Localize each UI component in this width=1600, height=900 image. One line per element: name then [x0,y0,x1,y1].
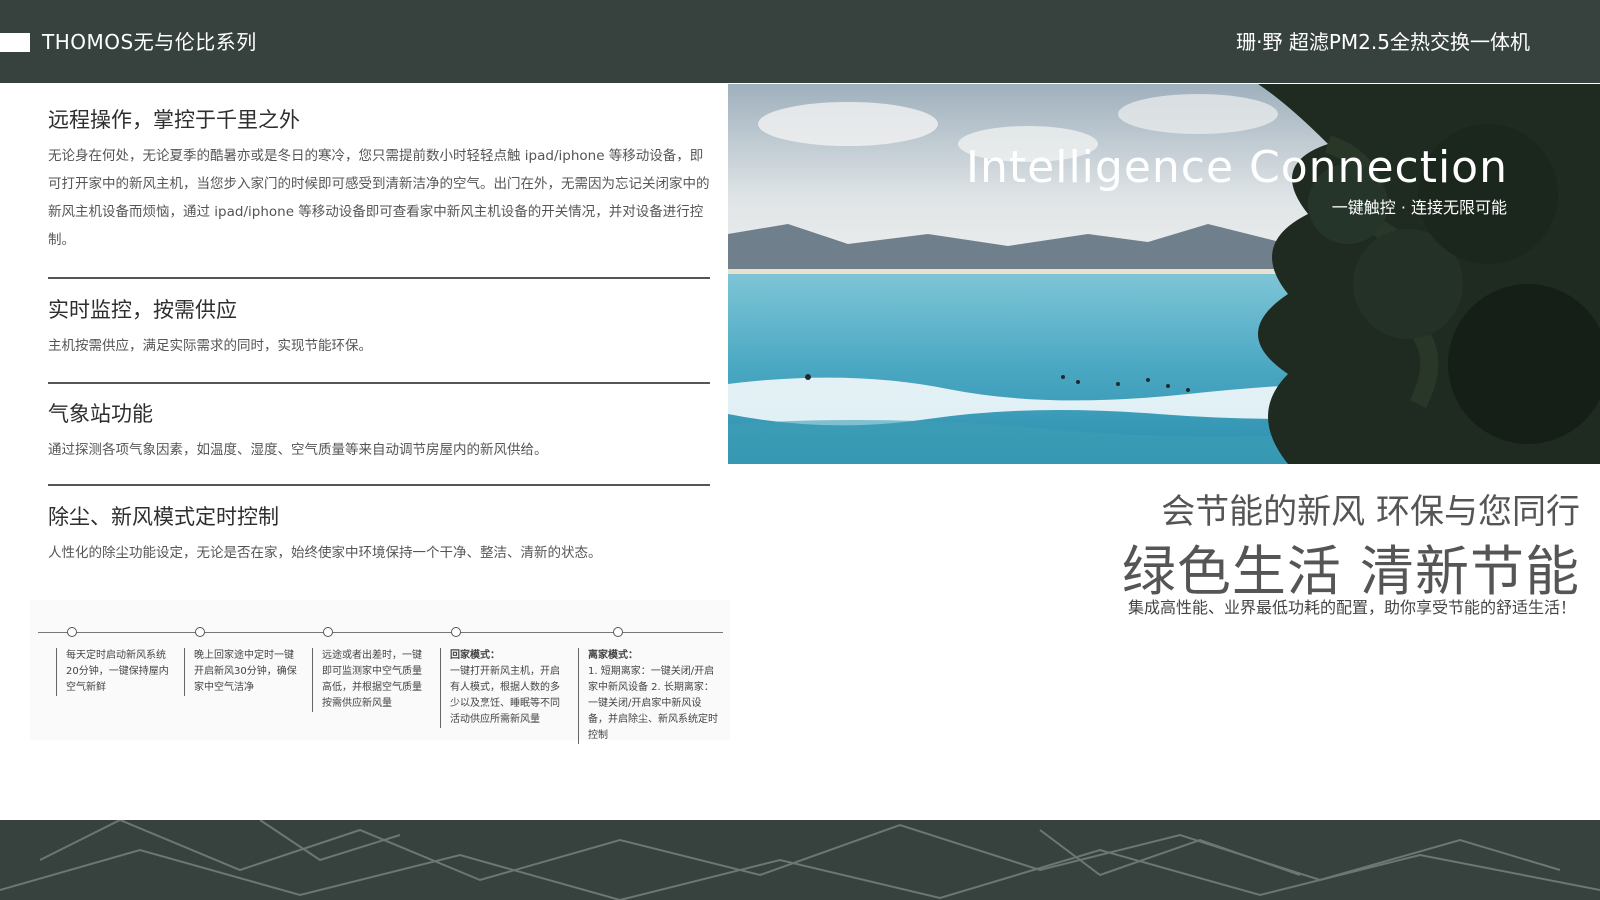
timeline-item: 每天定时启动新风系统20分钟，一键保持屋内空气新鲜 [56,648,178,696]
timeline-item: 远途或者出差时，一键即可监测家中空气质量高低，并根据空气质量按需供应新风量 [312,648,430,712]
section-divider [48,484,710,486]
slogan-line-3: 集成高性能、业界最低功耗的配置，助你享受节能的舒适生活！ [1127,598,1576,617]
section-divider [48,382,710,384]
section-timer-control: 除尘、新风模式定时控制 人性化的除尘功能设定，无论是否在家，始终使家中环境保持一… [48,501,710,567]
timeline-dot [451,627,461,637]
timeline-item-text: 一键打开新风主机，开启有人模式，根据人数的多少以及烹饪、睡眠等不同活动供应所需新… [450,666,560,725]
timeline-item: 回家模式： 一键打开新风主机，开启有人模式，根据人数的多少以及烹饪、睡眠等不同活… [440,648,568,728]
timeline-item-text: 晚上回家途中定时一键开启新风30分钟，确保家中空气洁净 [194,650,297,693]
section-divider [48,277,710,279]
timeline-item-heading: 离家模式： [588,650,638,661]
timeline-dot [323,627,333,637]
section-title: 远程操作，掌控于千里之外 [48,108,300,132]
product-title: 珊·野 超滤PM2.5全热交换一体机 [1236,30,1530,54]
timeline-item: 晚上回家途中定时一键开启新风30分钟，确保家中空气洁净 [184,648,302,696]
section-body: 通过探测各项气象因素，如温度、湿度、空气质量等来自动调节房屋内的新风供给。 [48,442,548,458]
beach-scene-image [728,84,1600,464]
timeline-item-text: 远途或者出差时，一键即可监测家中空气质量高低，并根据空气质量按需供应新风量 [322,650,422,709]
timeline-dot [195,627,205,637]
timeline-item-text: 1. 短期离家：一键关闭/开启家中新风设备 2. 长期离家：一键关闭/开启家中新… [588,666,718,741]
brand-title: THOMOS无与伦比系列 [42,30,257,54]
beach-photo: Intelligence Connection 一键触控 · 连接无限可能 [728,84,1600,464]
section-body: 无论身在何处，无论夏季的酷暑亦或是冬日的寒冷，您只需提前数小时轻轻点触 ipad… [48,148,710,248]
section-weather-station: 气象站功能 通过探测各项气象因素，如温度、湿度、空气质量等来自动调节房屋内的新风… [48,398,710,464]
section-title: 实时监控，按需供应 [48,298,237,322]
section-monitoring: 实时监控，按需供应 主机按需供应，满足实际需求的同时，实现节能环保。 [48,294,710,360]
timeline-item-heading: 回家模式： [450,650,500,661]
footer-pattern [0,820,1600,900]
footer-bar [0,820,1600,900]
section-body: 人性化的除尘功能设定，无论是否在家，始终使家中环境保持一个干净、整洁、清新的状态… [48,545,602,561]
timeline-item-text: 每天定时启动新风系统20分钟，一键保持屋内空气新鲜 [66,650,169,693]
section-body: 主机按需供应，满足实际需求的同时，实现节能环保。 [48,338,372,354]
timeline-item: 离家模式： 1. 短期离家：一键关闭/开启家中新风设备 2. 长期离家：一键关闭… [578,648,720,744]
slogan-line-1: 会节能的新风 环保与您同行 [1161,492,1580,532]
section-remote-control: 远程操作，掌控于千里之外 无论身在何处，无论夏季的酷暑亦或是冬日的寒冷，您只需提… [48,104,710,254]
mode-timeline: 每天定时启动新风系统20分钟，一键保持屋内空气新鲜 晚上回家途中定时一键开启新风… [30,600,730,744]
header-bar: THOMOS无与伦比系列 珊·野 超滤PM2.5全热交换一体机 [0,0,1600,83]
section-title: 除尘、新风模式定时控制 [48,505,279,529]
photo-subtitle: 一键触控 · 连接无限可能 [1331,198,1507,217]
section-title: 气象站功能 [48,402,153,426]
header-mark [0,33,30,52]
timeline-dot [613,627,623,637]
timeline-dot [67,627,77,637]
photo-title: Intelligence Connection [966,142,1508,193]
